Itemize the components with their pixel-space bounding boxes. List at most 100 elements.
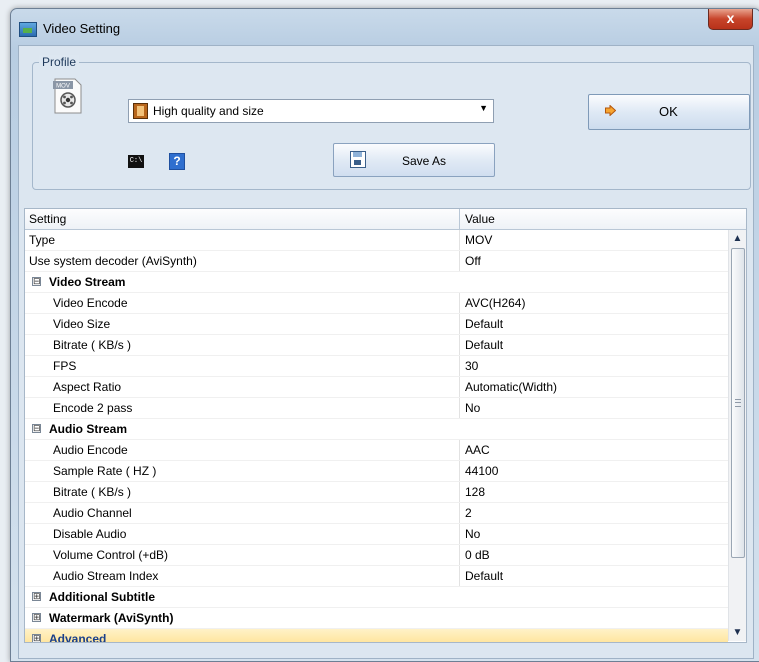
close-button[interactable]: x: [708, 9, 753, 30]
property-row[interactable]: Sample Rate ( HZ ) 44100: [25, 461, 728, 482]
profile-select[interactable]: High quality and size ▼: [128, 99, 494, 123]
scroll-thumb[interactable]: [731, 248, 745, 558]
setting-name: Encode 2 pass: [53, 401, 133, 415]
category-label: Advanced: [49, 632, 107, 643]
film-icon: [133, 103, 148, 119]
setting-value[interactable]: AAC: [465, 443, 490, 457]
app-icon: [19, 22, 37, 37]
property-row[interactable]: FPS 30: [25, 356, 728, 377]
column-header-setting[interactable]: Setting: [29, 212, 66, 226]
cell-divider: [459, 293, 460, 313]
command-line-icon[interactable]: C:\: [128, 155, 144, 168]
setting-name: FPS: [53, 359, 77, 373]
column-divider[interactable]: [459, 209, 460, 229]
collapse-icon[interactable]: ⊟: [32, 424, 41, 433]
expand-icon[interactable]: ⊞: [32, 634, 41, 642]
property-row[interactable]: Bitrate ( KB/s ) 128: [25, 482, 728, 503]
setting-value[interactable]: Automatic(Width): [465, 380, 557, 394]
property-row[interactable]: Disable Audio No: [25, 524, 728, 545]
category-row[interactable]: ⊞ Advanced: [25, 629, 728, 643]
column-header-value[interactable]: Value: [465, 212, 495, 226]
setting-value[interactable]: No: [465, 527, 480, 541]
cell-divider: [459, 566, 460, 586]
help-icon[interactable]: ?: [169, 153, 185, 170]
settings-grid: Setting Value Type MOV Use system decoder …: [24, 208, 747, 643]
setting-name: Disable Audio: [53, 527, 127, 541]
setting-value[interactable]: 44100: [465, 464, 498, 478]
cell-divider: [459, 398, 460, 418]
profile-select-value: High quality and size: [153, 104, 264, 118]
setting-value[interactable]: Off: [465, 254, 481, 268]
expand-icon[interactable]: ⊞: [32, 613, 41, 622]
cell-divider: [459, 230, 460, 250]
profile-group: MOV High quality and size ▼ OK C:\ ? Sav…: [32, 62, 751, 190]
setting-value[interactable]: AVC(H264): [465, 296, 525, 310]
category-label: Watermark (AviSynth): [49, 611, 174, 625]
ok-button[interactable]: OK: [588, 94, 750, 130]
setting-value[interactable]: Default: [465, 317, 503, 331]
cell-divider: [459, 335, 460, 355]
setting-value[interactable]: Default: [465, 569, 503, 583]
vertical-scrollbar[interactable]: ▲ ▼: [728, 230, 746, 641]
category-label: Audio Stream: [49, 422, 128, 436]
chevron-down-icon[interactable]: ▼: [479, 103, 488, 113]
collapse-icon[interactable]: ⊟: [32, 277, 41, 286]
category-row[interactable]: ⊞ Watermark (AviSynth): [25, 608, 728, 629]
ok-button-label: OK: [659, 104, 678, 119]
setting-name: Bitrate ( KB/s ): [53, 338, 132, 352]
category-row[interactable]: ⊟ Audio Stream: [25, 419, 728, 440]
property-row[interactable]: Use system decoder (AviSynth) Off: [25, 251, 728, 272]
setting-name: Video Encode: [53, 296, 128, 310]
setting-value[interactable]: 0 dB: [465, 548, 490, 562]
setting-name: Audio Channel: [53, 506, 132, 520]
setting-name: Video Size: [53, 317, 111, 331]
setting-name: Sample Rate ( HZ ): [53, 464, 157, 478]
setting-name: Audio Encode: [53, 443, 128, 457]
setting-name: Bitrate ( KB/s ): [53, 485, 132, 499]
cell-divider: [459, 503, 460, 523]
cell-divider: [459, 377, 460, 397]
arrow-right-icon: [605, 105, 616, 116]
property-row[interactable]: Audio Channel 2: [25, 503, 728, 524]
movie-file-icon: MOV: [53, 78, 82, 114]
setting-value[interactable]: 30: [465, 359, 478, 373]
title-bar[interactable]: Video Setting x: [11, 9, 759, 43]
property-row[interactable]: Audio Stream Index Default: [25, 566, 728, 587]
property-row[interactable]: Video Encode AVC(H264): [25, 293, 728, 314]
setting-name: Volume Control (+dB): [53, 548, 169, 562]
property-row[interactable]: Type MOV: [25, 230, 728, 251]
category-label: Additional Subtitle: [49, 590, 155, 604]
property-row[interactable]: Video Size Default: [25, 314, 728, 335]
cell-divider: [459, 251, 460, 271]
scroll-down-arrow-icon[interactable]: ▼: [729, 624, 746, 641]
expand-icon[interactable]: ⊞: [32, 592, 41, 601]
window-title: Video Setting: [43, 21, 121, 36]
movie-icon-text: MOV: [56, 84, 70, 90]
grid-rows: Type MOV Use system decoder (AviSynth) Off ⊟…: [25, 230, 728, 643]
grip-icon: [735, 399, 741, 407]
property-row[interactable]: Bitrate ( KB/s ) Default: [25, 335, 728, 356]
setting-name: Use system decoder (AviSynth): [29, 254, 197, 268]
property-row[interactable]: Aspect Ratio Automatic(Width): [25, 377, 728, 398]
setting-value[interactable]: No: [465, 401, 480, 415]
property-row[interactable]: Encode 2 pass No: [25, 398, 728, 419]
cell-divider: [459, 461, 460, 481]
cell-divider: [459, 440, 460, 460]
category-row[interactable]: ⊟ Video Stream: [25, 272, 728, 293]
grid-header: Setting Value: [25, 209, 746, 230]
property-row[interactable]: Volume Control (+dB) 0 dB: [25, 545, 728, 566]
property-row[interactable]: Audio Encode AAC: [25, 440, 728, 461]
profile-group-label: Profile: [39, 55, 80, 69]
cell-divider: [459, 545, 460, 565]
setting-value[interactable]: MOV: [465, 233, 492, 247]
setting-name: Aspect Ratio: [53, 380, 122, 394]
setting-value[interactable]: 2: [465, 506, 472, 520]
cell-divider: [459, 524, 460, 544]
category-row[interactable]: ⊞ Additional Subtitle: [25, 587, 728, 608]
setting-value[interactable]: 128: [465, 485, 485, 499]
save-as-button[interactable]: Save As: [333, 143, 495, 177]
setting-name: Type: [29, 233, 56, 247]
setting-value[interactable]: Default: [465, 338, 503, 352]
scroll-up-arrow-icon[interactable]: ▲: [729, 230, 746, 247]
cell-divider: [459, 314, 460, 334]
